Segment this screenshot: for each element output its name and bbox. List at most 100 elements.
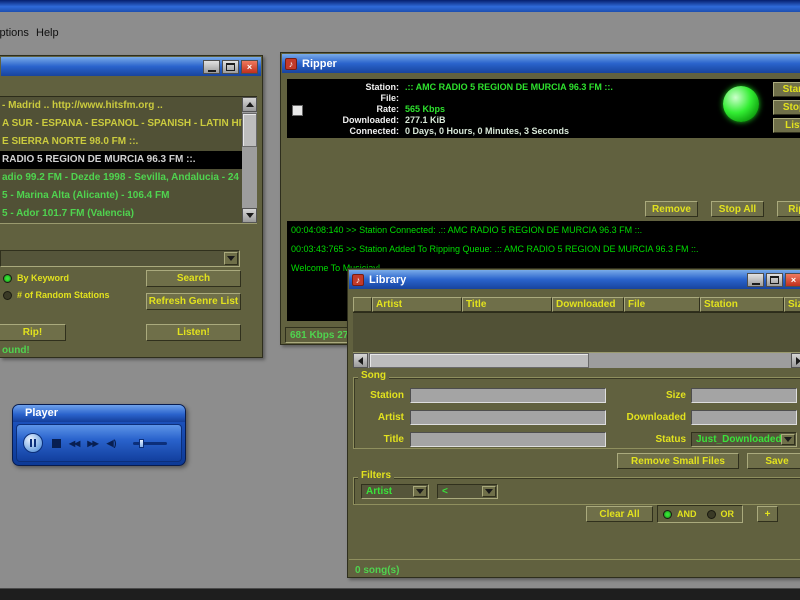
remove-small-files-button[interactable]: Remove Small Files: [617, 453, 739, 469]
clear-all-button[interactable]: Clear All: [586, 506, 653, 522]
artist-field-label: Artist: [356, 410, 404, 425]
rip-button[interactable]: Rip!: [0, 324, 66, 341]
column-header-station[interactable]: Station: [700, 297, 784, 312]
save-button[interactable]: Save: [747, 453, 800, 469]
start-button[interactable]: Start: [773, 82, 800, 97]
ripper-info-panel: Station: .:: AMC RADIO 5 REGION DE MURCI…: [287, 79, 800, 138]
stop-all-button[interactable]: Stop All: [711, 201, 764, 217]
radio-or[interactable]: OR: [707, 509, 735, 519]
stop-button[interactable]: Stop: [773, 100, 800, 115]
status-dropdown-value: Just_Downloaded: [696, 434, 782, 445]
radio-by-keyword[interactable]: By Keyword: [3, 273, 69, 283]
minimize-icon[interactable]: [747, 273, 764, 287]
list-item[interactable]: - Madrid .. http://www.hitsfm.org ..: [0, 97, 242, 115]
song-table-body[interactable]: [353, 312, 800, 353]
close-icon[interactable]: ×: [785, 273, 800, 287]
column-header-artist[interactable]: Artist: [372, 297, 462, 312]
scroll-thumb[interactable]: [369, 353, 589, 368]
filter-field-dropdown[interactable]: Artist: [361, 484, 429, 499]
library-window-title: Library: [369, 274, 406, 286]
maximize-icon[interactable]: [766, 273, 783, 287]
station-list[interactable]: - Madrid .. http://www.hitsfm.org .. A S…: [0, 96, 257, 224]
scroll-up-icon[interactable]: [242, 97, 257, 112]
column-header-file[interactable]: File: [624, 297, 700, 312]
list-item[interactable]: E SIERRA NORTE 98.0 FM ::.: [0, 133, 242, 151]
status-dropdown[interactable]: Just_Downloaded: [691, 432, 797, 447]
volume-icon[interactable]: ◀): [107, 438, 117, 449]
rip-action-button[interactable]: Rip!: [777, 201, 800, 217]
maximize-icon[interactable]: [222, 60, 239, 74]
ripper-titlebar[interactable]: ♪ Ripper: [282, 54, 800, 73]
list-item[interactable]: 5 - Marina Alta (Alicante) - 106.4 FM: [0, 187, 242, 205]
size-field-label: Size: [610, 388, 686, 403]
column-header-downloaded[interactable]: Downloaded: [552, 297, 624, 312]
downloaded-field-label: Downloaded: [610, 410, 686, 425]
song-group-label: Song: [358, 370, 389, 381]
menu-item-options[interactable]: Options: [0, 27, 29, 39]
column-header-title[interactable]: Title: [462, 297, 552, 312]
radio-and[interactable]: AND: [663, 509, 697, 519]
library-titlebar[interactable]: ♪ Library ×: [349, 270, 800, 289]
bottom-bar: [0, 588, 800, 600]
filter-operator-dropdown[interactable]: <: [437, 484, 498, 499]
library-statusbar: 0 song(s): [349, 559, 800, 578]
list-item[interactable]: adio 99.2 FM - Dezde 1998 - Sevilla, And…: [0, 169, 242, 187]
station-field-input[interactable]: [410, 388, 606, 403]
scroll-thumb[interactable]: [242, 113, 257, 147]
station-list-scrollbar[interactable]: [242, 97, 257, 223]
filter-operator-value: <: [442, 486, 448, 497]
song-table-hscrollbar[interactable]: [353, 353, 800, 368]
app-menubar: Options Help: [0, 27, 800, 43]
search-button[interactable]: Search: [146, 270, 241, 287]
rate-value: 565 Kbps: [405, 104, 445, 115]
player-body: ◀◀ ▶▶ ◀): [16, 424, 182, 462]
log-line: 00:04:08:140 >> Station Connected: .:: A…: [287, 221, 800, 240]
artist-field-input[interactable]: [410, 410, 606, 425]
refresh-genre-list-button[interactable]: Refresh Genre List: [146, 293, 241, 310]
stations-window: × - Madrid .. http://www.hitsfm.org .. A…: [0, 55, 263, 358]
list-item[interactable]: A SUR - ESPANA - ESPANOL - SPANISH - LAT…: [0, 115, 242, 133]
radio-random-stations[interactable]: # of Random Stations: [3, 290, 110, 300]
minimize-icon[interactable]: [203, 60, 220, 74]
downloaded-field-input[interactable]: [691, 410, 797, 425]
chevron-down-icon[interactable]: [413, 486, 427, 497]
chevron-down-icon[interactable]: [781, 434, 795, 445]
remove-button[interactable]: Remove: [645, 201, 698, 217]
stations-titlebar[interactable]: ×: [1, 57, 261, 76]
next-track-icon[interactable]: ▶▶: [87, 439, 97, 448]
column-header-blank[interactable]: [353, 297, 372, 312]
close-icon[interactable]: ×: [241, 60, 258, 74]
radio-on-icon: [3, 274, 12, 283]
list-button[interactable]: List: [773, 118, 800, 133]
chevron-down-icon[interactable]: [224, 252, 238, 265]
add-filter-button[interactable]: +: [757, 506, 778, 522]
player-titlebar[interactable]: Player: [13, 405, 185, 422]
scroll-left-icon[interactable]: [353, 353, 368, 368]
chevron-down-icon[interactable]: [482, 486, 496, 497]
stop-button[interactable]: [52, 439, 61, 448]
listen-button[interactable]: Listen!: [146, 324, 241, 341]
volume-slider[interactable]: [133, 442, 167, 445]
genre-dropdown[interactable]: [0, 250, 240, 267]
station-field-label: Station: [356, 388, 404, 403]
scroll-right-icon[interactable]: [791, 353, 800, 368]
size-field-input[interactable]: [691, 388, 797, 403]
slider-thumb[interactable]: [139, 439, 144, 448]
list-item[interactable]: 5 - Ador 101.7 FM (Valencia): [0, 205, 242, 223]
downloaded-value: 277.1 KiB: [405, 115, 446, 126]
pause-button[interactable]: [23, 433, 43, 453]
filter-field-value: Artist: [366, 486, 392, 497]
connected-value: 0 Days, 0 Hours, 0 Minutes, 3 Seconds: [405, 126, 569, 137]
app-titlebar[interactable]: [0, 0, 800, 12]
radio-on-icon: [663, 510, 672, 519]
title-field-input[interactable]: [410, 432, 606, 447]
scroll-down-icon[interactable]: [242, 208, 257, 223]
ripper-window-title: Ripper: [302, 58, 337, 70]
menu-item-help[interactable]: Help: [36, 27, 59, 39]
stations-status-text: ound!: [2, 345, 30, 356]
connection-status-light: [723, 86, 759, 122]
column-header-size[interactable]: Size: [784, 297, 800, 312]
list-item-selected[interactable]: RADIO 5 REGION DE MURCIA 96.3 FM ::.: [0, 151, 242, 169]
radio-label: AND: [677, 509, 697, 519]
previous-track-icon[interactable]: ◀◀: [69, 439, 79, 448]
